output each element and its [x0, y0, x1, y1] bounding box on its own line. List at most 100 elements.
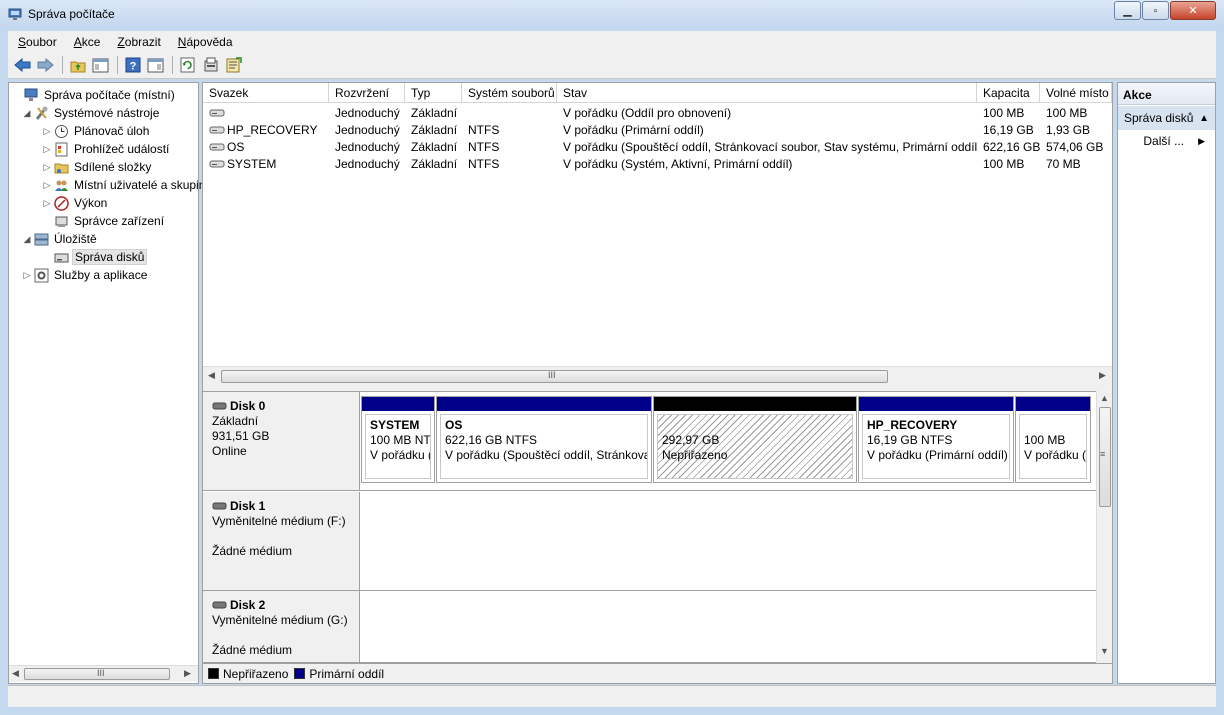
volume-row[interactable]: SYSTEM Jednoduchý Základní NTFS V pořádku (S…	[203, 155, 1112, 172]
column-header-layout[interactable]: Rozvržení	[329, 83, 405, 103]
column-header-capacity[interactable]: Kapacita	[977, 83, 1040, 103]
expand-arrow-icon[interactable]: ▷	[41, 126, 53, 137]
scroll-down-icon[interactable]: ▼	[1100, 646, 1109, 656]
minimize-button[interactable]: ▁	[1114, 1, 1141, 20]
volume-row[interactable]: OS Jednoduchý Základní NTFS V pořádku (Spouš…	[203, 138, 1112, 155]
partition-4[interactable]: 100 MB V pořádku (	[1015, 396, 1091, 483]
volume-cell-volume: SYSTEM	[209, 155, 329, 172]
partition-name: OS	[445, 418, 463, 432]
toolbar: ?	[8, 52, 1216, 79]
volume-cell-free: 100 MB	[1046, 105, 1088, 120]
volume-row[interactable]: Jednoduchý Základní V pořádku (Oddíl pro o…	[203, 104, 1112, 121]
menu-item-1[interactable]: Akce	[64, 35, 108, 49]
actions-section-disk-management[interactable]: Správa disků ▲	[1118, 106, 1215, 130]
expand-arrow-icon[interactable]: ◢	[21, 108, 33, 119]
volume-cell-status: V pořádku (Primární oddíl)	[563, 122, 704, 137]
partition-name: SYSTEM	[370, 418, 420, 432]
column-header-free[interactable]: Volné místo	[1040, 83, 1112, 103]
tree-item-label: Prohlížeč událostí	[74, 142, 170, 156]
tree-item-label: Správa disků	[72, 249, 148, 265]
tree-item-0[interactable]: Správa počítače (místní)	[11, 86, 177, 104]
disk-name: Disk 2	[230, 598, 266, 612]
volume-name: SYSTEM	[227, 156, 277, 171]
disk-icon	[212, 402, 227, 411]
disk-line2	[212, 628, 350, 643]
partition-3[interactable]: HP_RECOVERY 16,19 GB NTFS V pořádku (Primá…	[858, 396, 1014, 483]
tree-item-3[interactable]: ▷ Prohlížeč událostí	[41, 140, 171, 158]
close-button[interactable]: ✕	[1170, 1, 1216, 20]
volume-list-horizontal-scrollbar[interactable]: ◀ III ▶	[203, 366, 1112, 385]
close-icon: ✕	[1188, 5, 1198, 17]
column-header-type[interactable]: Typ	[405, 83, 462, 103]
refresh-icon[interactable]	[177, 55, 198, 76]
volume-drive-icon	[209, 159, 225, 169]
scroll-left-icon[interactable]: ◀	[12, 668, 19, 679]
disk-line2: 931,51 GB	[212, 429, 270, 443]
tree-item-7[interactable]: Správce zařízení	[41, 212, 166, 230]
column-header-volume[interactable]: Svazek	[203, 83, 329, 103]
tree-item-4[interactable]: ▷ Sdílené složky	[41, 158, 153, 176]
disk-view-vertical-scrollbar[interactable]: ▲ ≡ ▼	[1096, 391, 1112, 662]
menu-item-2[interactable]: Zobrazit	[107, 35, 167, 49]
scroll-left-icon[interactable]: ◀	[208, 370, 215, 381]
partition-name	[1024, 418, 1082, 433]
more-actions-item[interactable]: Další ... ▶	[1118, 130, 1215, 152]
partition-status: Nepřiřazeno	[662, 448, 728, 462]
expand-arrow-icon[interactable]: ▷	[41, 180, 53, 191]
maximize-button[interactable]: ▫	[1142, 1, 1169, 20]
up-folder-icon[interactable]	[67, 55, 88, 76]
collapse-arrow-icon[interactable]: ▲	[1199, 113, 1209, 124]
title-bar[interactable]: Správa počítače ▁ ▫ ✕	[0, 0, 1224, 30]
properties-icon[interactable]	[200, 55, 221, 76]
scroll-right-icon[interactable]: ▶	[184, 668, 191, 679]
tree-item-label: Plánovač úloh	[74, 124, 150, 138]
show-hide-tree-icon[interactable]	[90, 55, 111, 76]
volume-row[interactable]: HP_RECOVERY Jednoduchý Základní NTFS V pořád…	[203, 121, 1112, 138]
help-icon[interactable]: ?	[122, 55, 143, 76]
partition-1[interactable]: OS 622,16 GB NTFS V pořádku (Spouštěcí odd…	[436, 396, 652, 483]
tree-item-5[interactable]: ▷ Místní uživatelé a skupiny	[41, 176, 213, 194]
partition-0[interactable]: SYSTEM 100 MB NT V pořádku (	[361, 396, 435, 483]
partition-name: HP_RECOVERY	[867, 418, 958, 432]
disk-icon	[212, 601, 227, 610]
column-header-fs[interactable]: Systém souborů	[462, 83, 557, 103]
tree-item-1[interactable]: ◢ Systémové nástroje	[21, 104, 161, 122]
volume-cell-status: V pořádku (Oddíl pro obnovení)	[563, 105, 732, 120]
menu-item-0[interactable]: Soubor	[8, 35, 64, 49]
expand-arrow-icon[interactable]: ◢	[21, 234, 33, 245]
tree-item-9[interactable]: Správa disků	[41, 248, 148, 266]
export-list-icon[interactable]	[223, 55, 244, 76]
toolbar-separator	[117, 56, 118, 74]
tree-item-6[interactable]: ▷ Výkon	[41, 194, 109, 212]
window-title: Správa počítače	[28, 7, 115, 21]
computer-management-icon	[8, 8, 22, 20]
volume-cell-volume: OS	[209, 138, 329, 155]
disk-info[interactable]: Disk 2 Vyměnitelné médium (G:) Žádné médiu…	[203, 591, 360, 662]
scroll-up-icon[interactable]: ▲	[1100, 393, 1109, 403]
disk-line3: Žádné médium	[212, 643, 293, 657]
expand-arrow-icon[interactable]: ▷	[21, 270, 33, 281]
menu-item-3[interactable]: Nápověda	[168, 35, 240, 49]
tree-horizontal-scrollbar[interactable]: ◀ III ▶	[9, 665, 198, 682]
expand-arrow-icon[interactable]: ▷	[41, 162, 53, 173]
forward-arrow-icon[interactable]	[35, 55, 56, 76]
expand-arrow-icon[interactable]: ▷	[41, 198, 53, 209]
scroll-grip-icon: III	[548, 370, 556, 380]
toolbar-separator	[172, 56, 173, 74]
show-hide-action-pane-icon[interactable]	[145, 55, 166, 76]
menu-item-label: oubor	[26, 34, 57, 49]
disk-info[interactable]: Disk 1 Vyměnitelné médium (F:) Žádné médiu…	[203, 492, 360, 590]
tree-item-10[interactable]: ▷ Služby a aplikace	[21, 266, 149, 284]
tree-item-2[interactable]: ▷ Plánovač úloh	[41, 122, 151, 140]
users-icon	[53, 177, 69, 193]
partition-2[interactable]: 292,97 GB Nepřiřazeno	[653, 396, 857, 483]
expand-arrow-icon[interactable]: ▷	[41, 144, 53, 155]
column-header-status[interactable]: Stav	[557, 83, 977, 103]
disk-info[interactable]: Disk 0 Základní 931,51 GB Online	[203, 392, 360, 490]
legend-item: Nepřiřazeno	[208, 667, 288, 681]
partition-body: OS 622,16 GB NTFS V pořádku (Spouštěcí odd…	[440, 414, 648, 479]
scroll-right-icon[interactable]: ▶	[1099, 370, 1106, 381]
disk-row-0: Disk 0 Základní 931,51 GB Online SYSTEM 100 M…	[203, 392, 1096, 491]
back-arrow-icon[interactable]	[12, 55, 33, 76]
tree-item-8[interactable]: ◢ Úložiště	[21, 230, 99, 248]
